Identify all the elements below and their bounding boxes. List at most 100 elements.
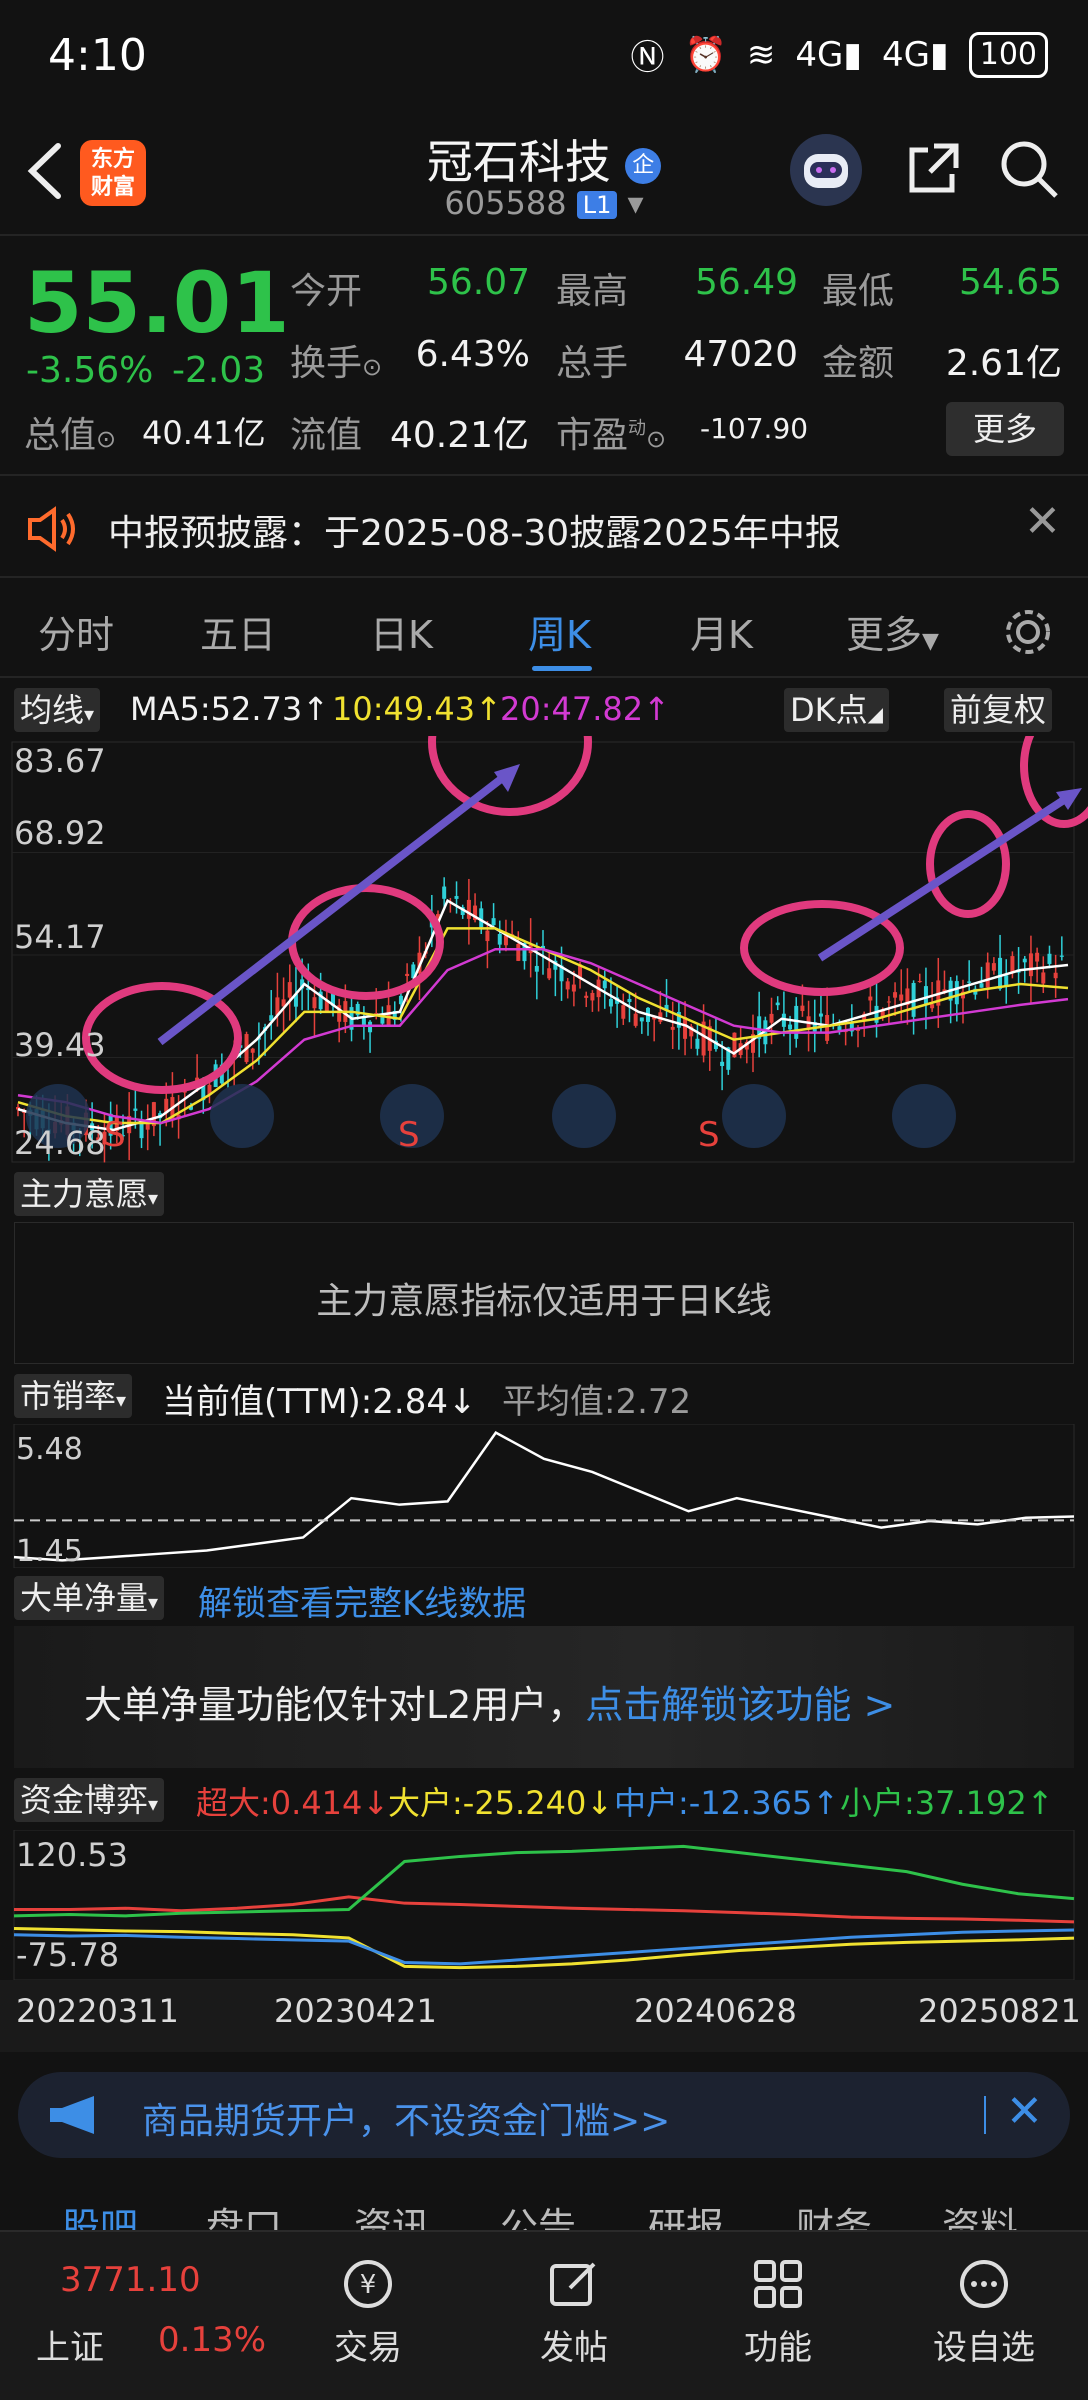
- candle-body: [442, 886, 447, 899]
- candle-body: [818, 1013, 823, 1017]
- close-icon[interactable]: ✕: [1006, 2086, 1043, 2137]
- turnover-label: 换手⊙: [290, 343, 383, 384]
- candle-body: [608, 999, 613, 1007]
- close-icon[interactable]: ✕: [1024, 496, 1061, 547]
- open-label: 今开: [290, 271, 363, 312]
- tab-intraday[interactable]: 分时: [38, 604, 114, 659]
- signal-icon-2: 4G▮: [882, 34, 949, 75]
- svg-text:¥: ¥: [360, 2270, 377, 2300]
- post-icon[interactable]: [546, 2256, 602, 2312]
- ps-current: 当前值(TTM):2.84↓: [162, 1382, 477, 1422]
- tab-more[interactable]: 更多▼: [846, 604, 939, 659]
- more-button[interactable]: 更多: [946, 402, 1064, 456]
- divider: [984, 2096, 986, 2134]
- tab-five-day[interactable]: 五日: [200, 604, 276, 659]
- candle-body: [998, 957, 1003, 989]
- candle-body: [967, 981, 972, 983]
- candle-body: [497, 933, 502, 945]
- candle-body: [602, 980, 607, 989]
- change-percent: -3.56%: [26, 350, 154, 391]
- period-tabs: 分时 五日 日K 周K 月K 更多▼: [0, 584, 1088, 678]
- candle-body: [954, 981, 959, 1005]
- y-tick-label: 54.17: [14, 918, 106, 956]
- candle-body: [825, 1014, 830, 1041]
- zhuli-selector[interactable]: 主力意愿▾: [14, 1172, 165, 1216]
- dropdown-icon: ▾: [627, 184, 644, 222]
- sell-signal-mark: S: [104, 1115, 126, 1155]
- active-tab-indicator: [532, 666, 592, 671]
- pe-label: 市盈动⊙: [556, 415, 667, 456]
- candle-body: [868, 996, 873, 1001]
- unlock-kline-link[interactable]: 解锁查看完整K线数据: [198, 1576, 526, 1625]
- index-name[interactable]: 上证: [36, 2320, 104, 2369]
- capital-line-0: [14, 1895, 1075, 1924]
- ma10-value: 10:49.43↑: [332, 690, 502, 728]
- notice-text: 中报预披露：于2025-08-30披露2025年中报: [108, 513, 841, 554]
- candle-body: [769, 1013, 774, 1023]
- watchlist-icon[interactable]: [956, 2256, 1012, 2312]
- ps-line: [13, 1430, 1075, 1562]
- change-amount: -2.03: [172, 350, 266, 391]
- speaker-icon: [28, 506, 75, 552]
- dk-point-toggle[interactable]: DK点◢: [784, 688, 890, 732]
- low-label: 最低: [822, 271, 895, 312]
- high-label: 最高: [556, 271, 629, 312]
- trade-icon[interactable]: ¥: [340, 2256, 396, 2312]
- search-button[interactable]: [996, 136, 1062, 202]
- candle-body: [133, 1108, 138, 1111]
- small-value: 小户:37.192↑: [840, 1784, 1054, 1822]
- search-icon: [1001, 141, 1058, 198]
- robot-icon: [804, 154, 848, 188]
- ps-y-bottom: 1.45: [16, 1534, 83, 1569]
- nav-add-watchlist[interactable]: 设自选: [904, 2320, 1064, 2369]
- nav-function[interactable]: 功能: [698, 2320, 858, 2369]
- volume-value: 47020: [683, 334, 798, 375]
- sell-signal-mark: S: [398, 1115, 420, 1155]
- candle-body: [466, 899, 471, 919]
- tab-daily-k[interactable]: 日K: [370, 604, 433, 659]
- nav-trade[interactable]: 交易: [288, 2320, 448, 2369]
- large-value: 大户:-25.240↓: [388, 1784, 614, 1822]
- date-label: 20220311: [16, 1992, 179, 2030]
- candle-body: [991, 963, 996, 971]
- date-axis: 20220311 20230421 20240628 20250821: [0, 1980, 1088, 2052]
- candle-body: [145, 1123, 150, 1130]
- weekly-k-chart[interactable]: SSS: [0, 736, 1088, 1166]
- candle-body: [1004, 975, 1009, 986]
- ma5-value: MA5:52.73↑: [130, 690, 330, 728]
- candle-body: [250, 1048, 255, 1053]
- ps-frame: [13, 1424, 1075, 1568]
- capital-selector[interactable]: 资金博弈▾: [14, 1778, 165, 1822]
- index-value[interactable]: 3771.10: [60, 2260, 201, 2300]
- unlock-feature-link[interactable]: 点击解锁该功能 >: [585, 1683, 895, 1727]
- candle-body: [775, 1002, 780, 1006]
- chart-control-button: [210, 1084, 274, 1148]
- share-button[interactable]: [900, 136, 966, 202]
- function-icon[interactable]: [750, 2256, 806, 2312]
- tab-monthly-k[interactable]: 月K: [690, 604, 753, 659]
- y-tick-label: 83.67: [14, 742, 106, 780]
- nav-post[interactable]: 发帖: [494, 2320, 654, 2369]
- candle-body: [547, 968, 552, 979]
- stock-code: 605588: [444, 184, 567, 222]
- candle-body: [899, 994, 904, 1001]
- promo-banner[interactable]: 商品期货开户，不设资金门槛>> ✕: [18, 2072, 1070, 2158]
- highlight-circle: [1020, 736, 1088, 828]
- candle-body: [479, 908, 484, 928]
- gear-icon[interactable]: [1000, 604, 1056, 660]
- amount-value: 2.61亿: [945, 343, 1062, 384]
- candle-body: [571, 984, 576, 992]
- candle-body: [800, 1005, 805, 1012]
- index-percent[interactable]: 0.13%: [158, 2320, 266, 2360]
- notice-bar[interactable]: 中报预披露：于2025-08-30披露2025年中报 ✕: [0, 474, 1088, 578]
- candle-body: [491, 918, 496, 926]
- last-price: 55.01: [24, 254, 290, 352]
- adjust-selector[interactable]: 前复权: [944, 688, 1053, 732]
- tab-weekly-k[interactable]: 周K: [528, 604, 591, 659]
- bigorder-selector[interactable]: 大单净量▾: [14, 1576, 165, 1620]
- ps-selector[interactable]: 市销率▾: [14, 1374, 133, 1418]
- bottom-nav: 3771.10 上证 0.13% ¥ 交易 发帖 功能 设自选: [0, 2230, 1088, 2400]
- ai-assistant-button[interactable]: [790, 134, 862, 206]
- ma-selector[interactable]: 均线▾: [14, 688, 101, 732]
- mktcap-label: 总值⊙: [24, 415, 117, 456]
